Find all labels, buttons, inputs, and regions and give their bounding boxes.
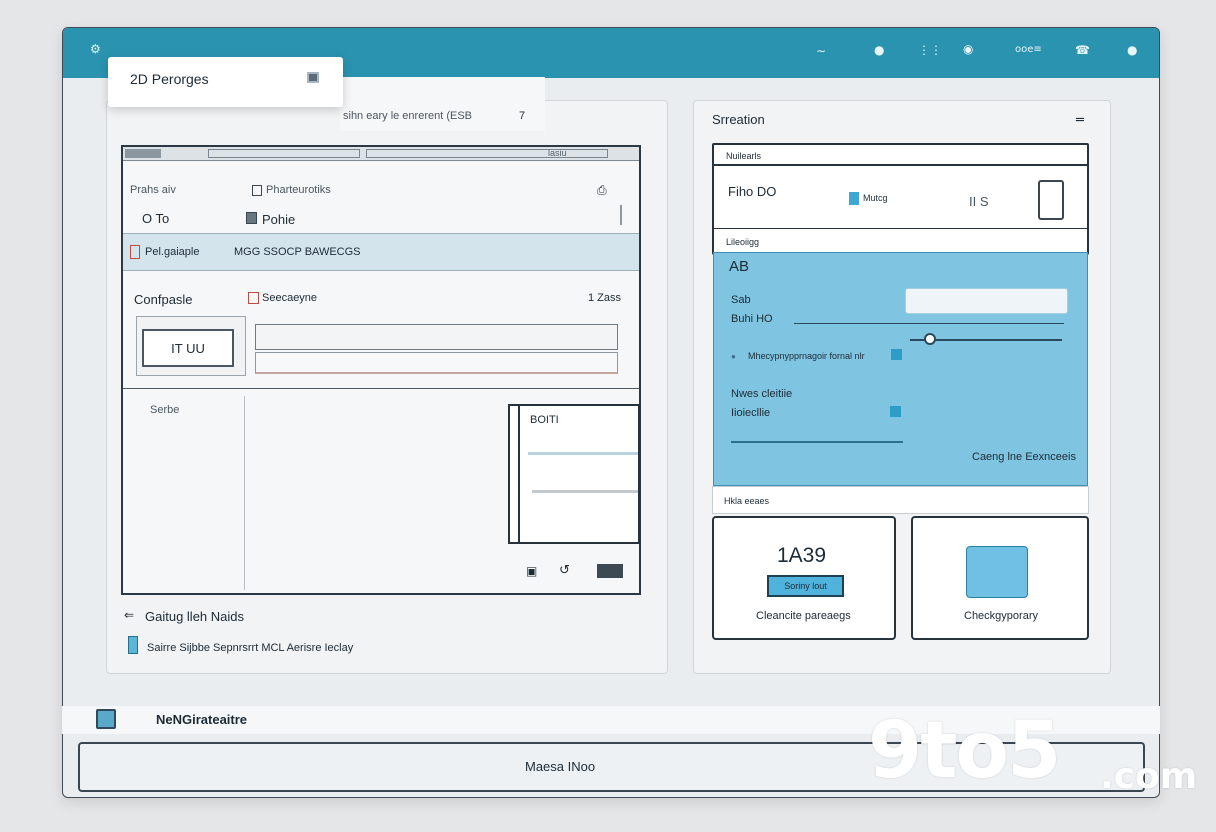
bottom-input-value: Maesa INoo — [525, 759, 596, 774]
row2-checkbox-label: Pohie — [262, 212, 296, 227]
battery-icon — [128, 636, 138, 654]
blue-field2-underline[interactable] — [794, 323, 1064, 324]
save-icon[interactable]: ▣ — [526, 564, 537, 578]
section3-header: Hkla eeaes — [724, 496, 770, 506]
slider-thumb[interactable] — [923, 333, 936, 345]
sidebar-divider — [244, 396, 245, 590]
form-input-1[interactable] — [255, 324, 618, 350]
selected-row-value: MGG SSOCP BAWECGS — [234, 246, 361, 258]
card2-caption: Checkgyporary — [964, 610, 1038, 622]
blue-heading: AB — [729, 258, 750, 275]
status-card-divider — [714, 164, 1087, 166]
watermark-suffix: .com — [1100, 756, 1198, 797]
preview-line-2 — [532, 490, 638, 493]
section1-tag: Mutcg — [863, 193, 888, 203]
row1-checkbox-label: Pharteurotiks — [266, 184, 331, 196]
popover-subtitle: sihn eary le enrerent (ESB — [343, 110, 473, 122]
section1-label: Fiho DO — [728, 184, 777, 199]
phone-icon[interactable]: ☎ — [1075, 43, 1090, 57]
form-right-label: 1 Zass — [588, 292, 622, 304]
card1-value: 1A39 — [777, 544, 827, 567]
popover-extension — [340, 77, 545, 131]
watermark-text: 9to5 — [868, 706, 1061, 796]
card1-caption: Cleancite pareaegs — [756, 610, 851, 622]
card1-button-label: Soriny lout — [784, 581, 827, 591]
share-icon[interactable]: ooe≡ — [1015, 44, 1042, 55]
sidebar-label[interactable]: Serbe — [150, 404, 179, 416]
divider — [123, 388, 639, 389]
chat-icon[interactable]: ◉ — [963, 42, 973, 56]
preview-card-title: BOITI — [530, 414, 559, 426]
selected-row[interactable] — [123, 233, 639, 271]
preview-line-1 — [528, 452, 638, 455]
cloud-icon[interactable]: ● — [1127, 43, 1137, 57]
form-label: Confpasle — [134, 292, 193, 307]
row1-checkbox[interactable] — [252, 185, 262, 196]
blue-footer-link[interactable]: Caeng lne Eexnceeis — [972, 451, 1076, 463]
progress-line — [731, 441, 903, 443]
selected-row-label: Pel.gaiaple — [145, 246, 200, 258]
section2-header: Lileoiigg — [726, 237, 760, 247]
form-input-2[interactable] — [255, 352, 618, 374]
blue-field2-label: Buhi HO — [731, 313, 773, 325]
check-label-1: Nwes cleitiie — [731, 388, 793, 400]
tab-2[interactable] — [208, 149, 360, 158]
popover-marker: 7 — [519, 110, 526, 122]
form-button-label: IT UU — [171, 340, 205, 356]
tabs-right-label: lasiu — [548, 148, 567, 158]
section1-header: Nuilearls — [726, 151, 762, 161]
window-icon[interactable] — [307, 72, 319, 83]
box-icon — [966, 546, 1028, 598]
signal-icon[interactable]: ⋮⋮ — [918, 43, 942, 57]
left-footer-title: Gaitug lleh Naids — [145, 609, 244, 624]
card1-button[interactable]: Soriny lout — [767, 575, 844, 597]
status-card — [712, 143, 1089, 255]
popover-title: 2D Perorges — [130, 71, 209, 87]
device-icon[interactable] — [1038, 180, 1064, 220]
form-checkbox-label: Seecaeyne — [262, 292, 318, 304]
wifi-icon[interactable]: ∼ — [816, 44, 826, 58]
scroll-indicator[interactable] — [620, 205, 622, 225]
check-label-2: Iioiecllie — [731, 407, 771, 419]
footer-label: NeNGirateaitre — [156, 712, 248, 727]
check-box-2[interactable] — [890, 406, 901, 417]
status-card-divider-2 — [714, 228, 1087, 229]
preview-card[interactable]: BOITI — [508, 404, 640, 544]
row1-label: Prahs aiv — [130, 184, 176, 196]
tag-icon — [849, 192, 859, 205]
section1-value: II S — [969, 194, 989, 209]
dot-icon[interactable]: ● — [874, 43, 884, 57]
menu-icon[interactable]: ═ — [1076, 113, 1084, 128]
form-checkbox[interactable] — [248, 292, 259, 304]
app-icon[interactable]: ⚙ — [90, 42, 101, 56]
flag-icon — [130, 245, 140, 259]
popover[interactable]: 2D Perorges — [108, 57, 343, 107]
right-panel-title: Srreation — [712, 112, 765, 127]
footer-icon[interactable] — [96, 709, 116, 729]
preview-card-edge — [518, 406, 520, 542]
slider-label: Mhecypnypprnagoir fornal nlr — [748, 351, 865, 361]
row2-checkbox[interactable] — [246, 212, 257, 224]
watermark: 9to5 .com — [868, 700, 1198, 810]
tab-1[interactable] — [125, 149, 161, 158]
blue-field1-input[interactable] — [905, 288, 1068, 314]
form-button[interactable]: IT UU — [142, 329, 234, 367]
undo-icon[interactable]: ↺ — [559, 563, 570, 578]
back-icon[interactable]: ⇐ — [124, 608, 134, 622]
blue-field1-label: Sab — [731, 294, 751, 306]
radio-icon[interactable]: ● — [731, 352, 736, 361]
slider-checkbox[interactable] — [891, 349, 902, 360]
tab-3[interactable] — [366, 149, 608, 158]
left-footer-note: Sairre Sijbbe Sepnrsrrt MCL Aerisre Iecl… — [147, 642, 354, 654]
row2-option[interactable]: O To — [142, 211, 169, 226]
image-icon[interactable] — [597, 564, 623, 578]
lock-icon[interactable]: ⎙ — [597, 183, 607, 198]
